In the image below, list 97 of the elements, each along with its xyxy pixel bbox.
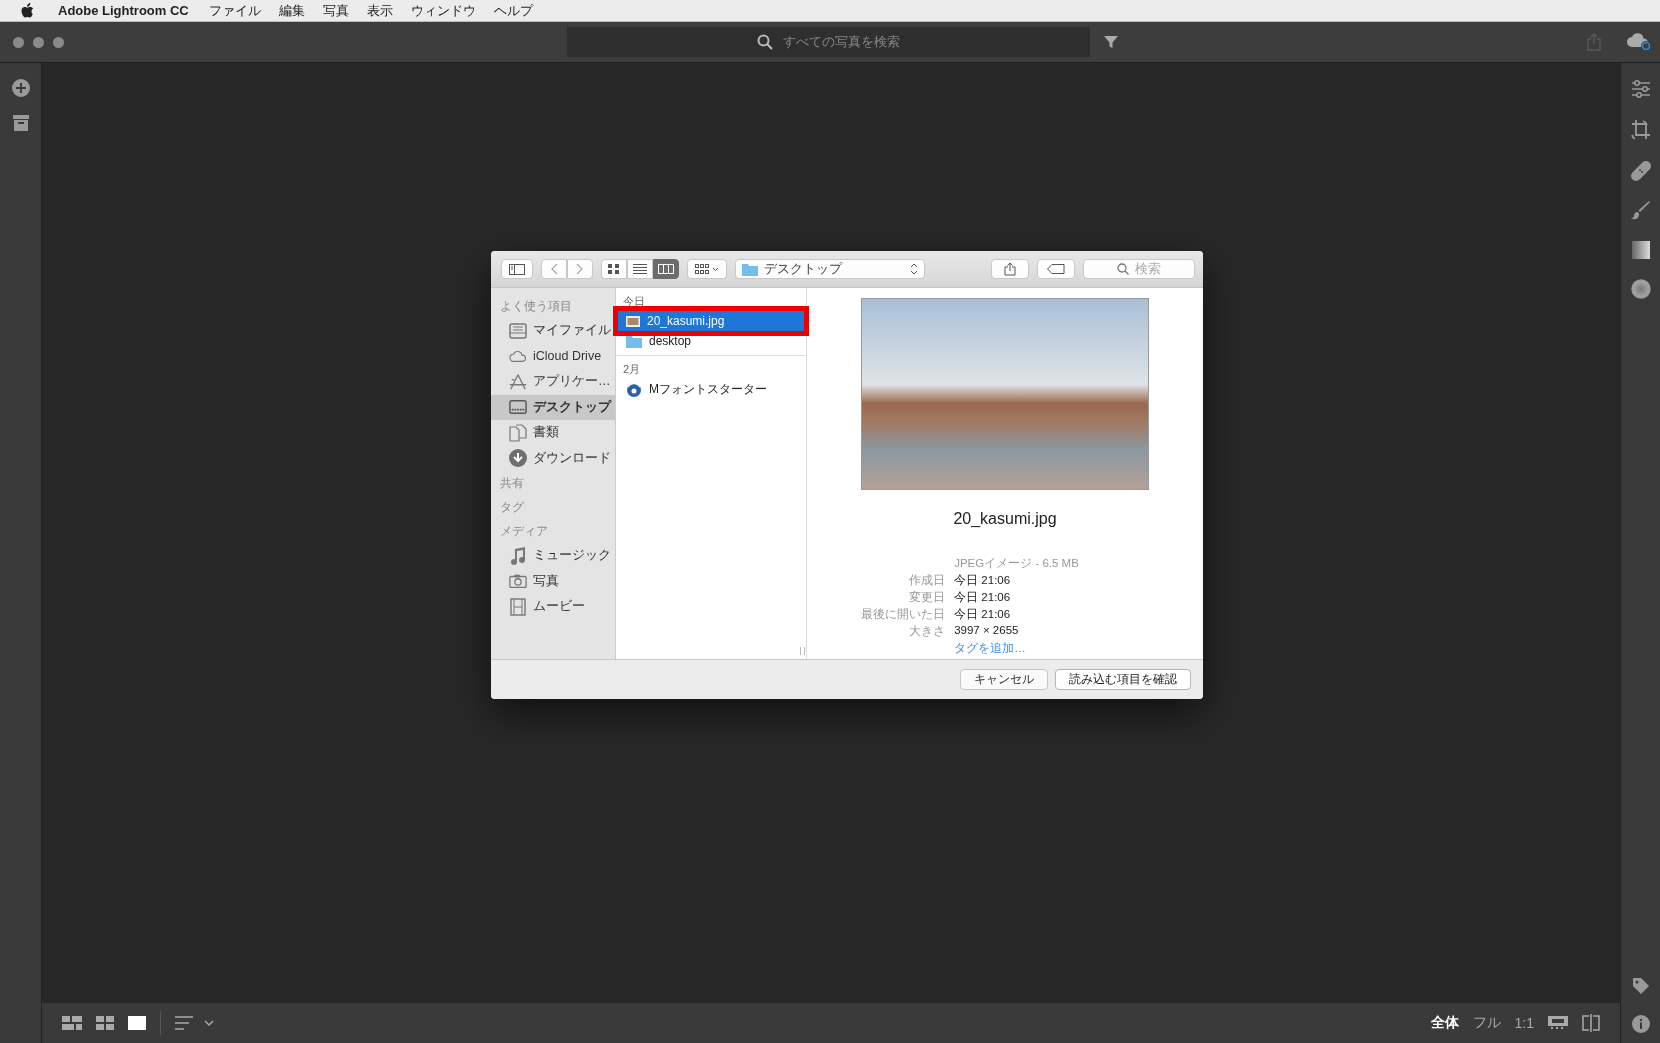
sort-icon[interactable] <box>175 1016 215 1030</box>
sidebar-item[interactable]: 写真 <box>491 568 615 594</box>
file-row[interactable]: Mフォントスターター <box>618 379 804 399</box>
document-icon <box>509 423 527 442</box>
brush-icon[interactable] <box>1630 201 1651 221</box>
detail-label: 大きさ <box>908 624 946 639</box>
sidebar-item[interactable]: iCloud Drive <box>491 343 615 369</box>
chevron-left-icon <box>550 263 558 275</box>
location-popup[interactable]: デスクトップ <box>735 259 925 279</box>
share-button[interactable] <box>991 259 1029 279</box>
share-icon <box>1004 262 1016 276</box>
radial-gradient-icon[interactable] <box>1630 279 1651 299</box>
folder-icon <box>742 262 758 276</box>
sidebar-item[interactable]: 書類 <box>491 420 615 446</box>
sidebar-item[interactable]: デスクトップ <box>491 394 615 420</box>
detail-label: 作成日 <box>908 573 946 588</box>
film-icon <box>509 597 527 616</box>
app-icon <box>626 381 642 397</box>
compare-view-icon[interactable] <box>1582 1014 1600 1032</box>
image-file-icon <box>626 315 640 327</box>
zoom-option[interactable]: 全体 <box>1430 1014 1459 1032</box>
tag-icon[interactable] <box>1631 977 1650 995</box>
menu-item[interactable]: 表示 <box>366 1 393 20</box>
detail-value: 今日 21:06 <box>954 607 1012 622</box>
crop-rotate-icon[interactable] <box>1630 119 1651 141</box>
sidebar-item[interactable]: ダウンロード <box>491 445 615 471</box>
detail-value: 3997 × 2655 <box>954 624 1020 638</box>
sidebar-item[interactable]: ムービー <box>491 594 615 620</box>
detail-value: 今日 21:06 <box>954 573 1012 588</box>
cloud-icon <box>509 349 527 364</box>
music-note-icon <box>509 546 527 565</box>
column-resize-handle[interactable] <box>800 647 805 655</box>
add-tag-link[interactable]: タグを追加… <box>954 641 1079 656</box>
apple-logo-icon[interactable] <box>20 2 34 19</box>
search-icon <box>757 34 773 50</box>
folder-icon <box>626 334 642 348</box>
file-name: 20_kasumi.jpg <box>953 510 1057 528</box>
file-row[interactable]: desktop <box>618 331 804 351</box>
sidebar-item[interactable]: ミュージック <box>491 543 615 569</box>
arrange-menu-button[interactable] <box>687 259 727 279</box>
app-store-icon <box>509 372 527 391</box>
caret-icon <box>712 266 719 272</box>
minimize-window-button[interactable] <box>33 36 44 48</box>
view-mode-button[interactable] <box>627 259 653 279</box>
menu-item[interactable]: ヘルプ <box>493 1 533 20</box>
group-heading: 2月 <box>622 362 642 377</box>
view-mode-button[interactable] <box>601 259 627 279</box>
square-grid-view-icon[interactable] <box>62 1016 82 1030</box>
confirm-button[interactable]: 読み込む項目を確認 <box>1055 669 1191 690</box>
monitor-icon <box>509 399 527 416</box>
group-heading: 今日 <box>622 294 646 309</box>
app-menu[interactable]: Adobe Lightroom CC <box>58 3 189 18</box>
search-field[interactable]: すべての写真を検索 <box>567 27 1090 57</box>
grid-view-icon[interactable] <box>96 1016 114 1030</box>
zoom-option[interactable]: フル <box>1472 1014 1501 1032</box>
sidebar-heading: メディア <box>499 524 549 539</box>
add-photos-icon[interactable] <box>11 79 30 97</box>
menu-item[interactable]: 編集 <box>278 1 305 20</box>
tag-button[interactable] <box>1037 259 1075 279</box>
close-window-button[interactable] <box>13 36 24 48</box>
archive-box-icon[interactable] <box>12 115 29 131</box>
search-icon <box>1117 263 1129 275</box>
up-down-arrows-icon <box>910 263 918 275</box>
cancel-button[interactable]: キャンセル <box>960 669 1048 690</box>
view-mode-button[interactable] <box>653 259 679 279</box>
columns-icon <box>658 264 674 274</box>
menu-item[interactable]: ファイル <box>208 1 261 20</box>
detail-label: 最後に開いた日 <box>861 607 946 622</box>
linear-gradient-icon[interactable] <box>1631 241 1650 259</box>
adjust-sliders-icon[interactable] <box>1630 79 1651 99</box>
sidebar-icon <box>509 263 525 275</box>
menu-item[interactable]: 写真 <box>322 1 349 20</box>
chevron-right-icon <box>576 263 584 275</box>
sidebar-heading: よく使う項目 <box>499 299 573 314</box>
zoom-window-button[interactable] <box>53 36 64 48</box>
cloud-sync-icon[interactable] <box>1626 32 1652 52</box>
menu-item[interactable]: ウィンドウ <box>410 1 476 20</box>
drawer-icon <box>509 322 527 339</box>
info-icon[interactable] <box>1631 1015 1650 1033</box>
filter-icon[interactable] <box>1104 35 1118 49</box>
sidebar-toggle-button[interactable] <box>501 259 533 279</box>
list-lines-icon <box>633 264 647 274</box>
sidebar-item[interactable]: アプリケー… <box>491 369 615 395</box>
filmstrip-icon[interactable] <box>1548 1016 1568 1030</box>
tag-icon <box>1047 264 1065 274</box>
sidebar-heading: タグ <box>499 500 525 515</box>
camera-icon <box>509 573 527 590</box>
bandage-icon[interactable] <box>1630 161 1651 181</box>
detail-value: 今日 21:06 <box>954 590 1012 605</box>
sidebar-item[interactable]: マイファイル <box>491 318 615 344</box>
download-icon <box>509 449 527 468</box>
zoom-option[interactable]: 1:1 <box>1514 1015 1534 1031</box>
icon-grid-icon <box>608 264 620 274</box>
detail-label: 変更日 <box>908 590 946 605</box>
file-type: JPEGイメージ - 6.5 MB <box>954 556 1079 571</box>
sidebar-heading: 共有 <box>499 476 525 491</box>
grid-icon <box>695 264 709 274</box>
